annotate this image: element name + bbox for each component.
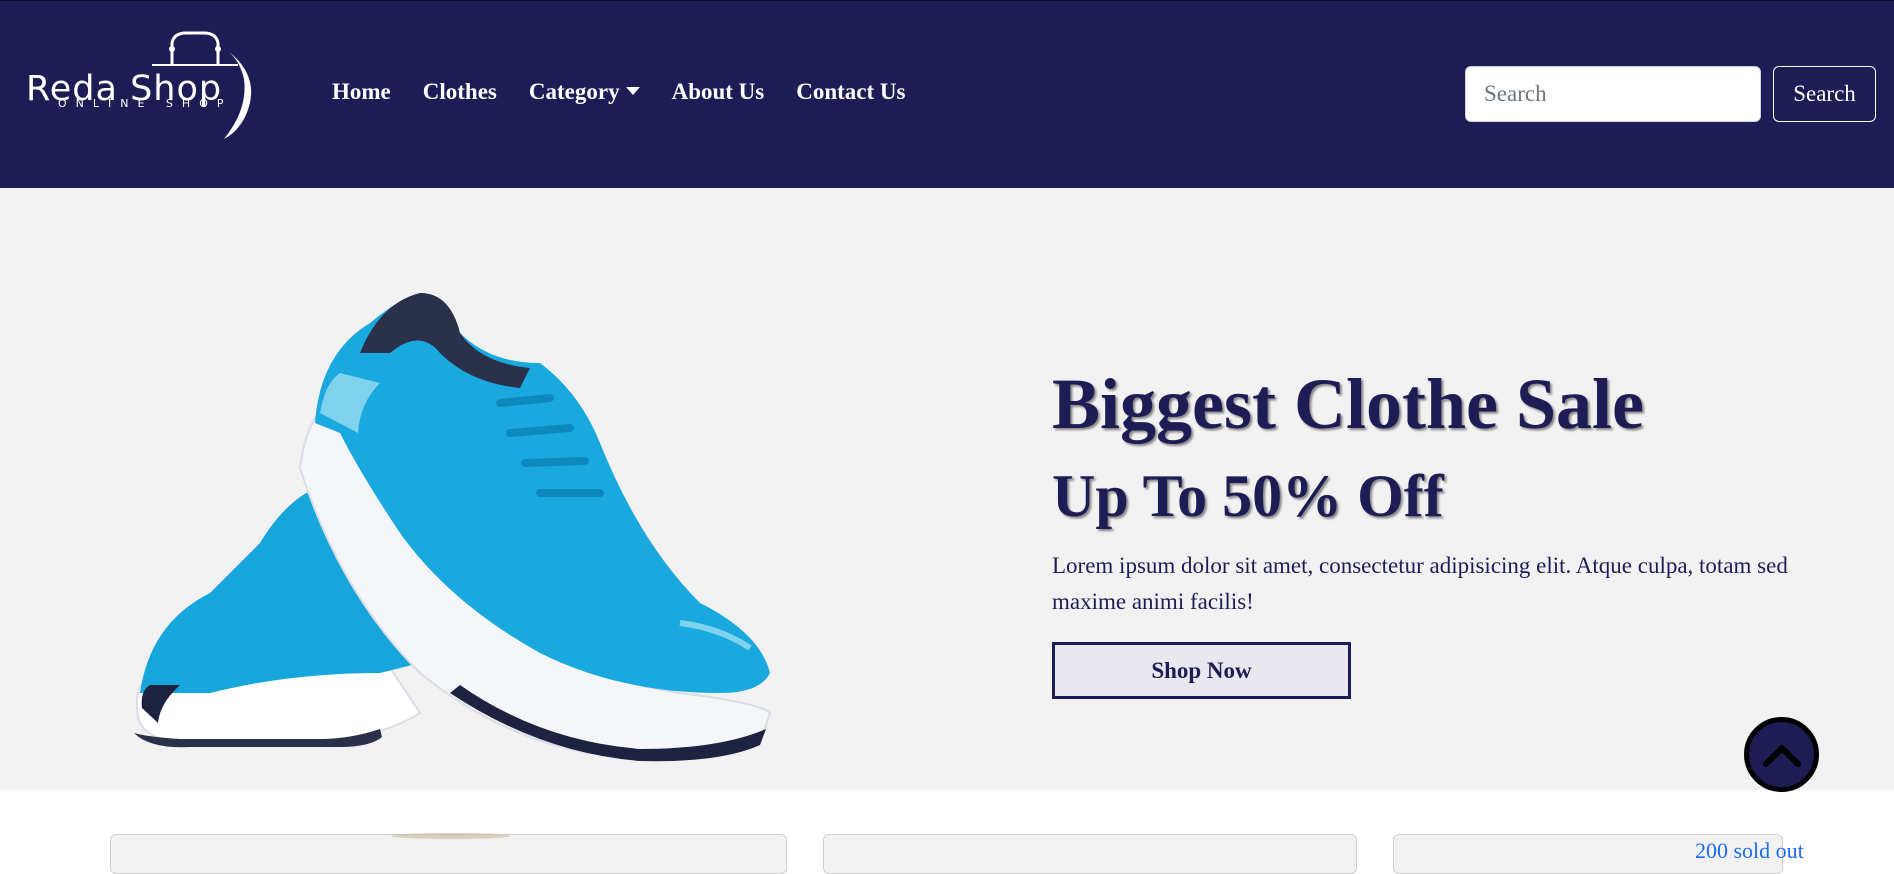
nav-link-home[interactable]: Home — [332, 79, 391, 105]
nav-link-clothes[interactable]: Clothes — [423, 79, 497, 105]
sold-out-link[interactable]: 200 sold out — [1695, 838, 1804, 864]
product-card[interactable] — [823, 834, 1357, 874]
brand-logo[interactable]: Reda Shop ONLINE SHOP — [24, 29, 284, 144]
search-button[interactable]: Search — [1773, 66, 1876, 122]
hero-description: Lorem ipsum dolor sit amet, consectetur … — [1052, 553, 1788, 614]
hero-shoes-image — [120, 293, 800, 768]
shoes-illustration — [134, 293, 772, 762]
search-input[interactable] — [1465, 66, 1761, 122]
nav-link-about[interactable]: About Us — [672, 79, 765, 105]
nav-dropdown-category-label: Category — [528, 79, 620, 104]
caret-down-icon — [625, 87, 640, 95]
hero-banner: Biggest Clothe Sale Up To 50% Off Lorem … — [0, 188, 1894, 790]
nav-dropdown-category[interactable]: Category — [529, 79, 640, 105]
product-image — [391, 833, 511, 839]
nav-link-contact[interactable]: Contact Us — [796, 79, 905, 105]
scroll-to-top-button[interactable] — [1744, 717, 1819, 792]
logo-subtitle: ONLINE SHOP — [58, 97, 233, 110]
top-navbar: Reda Shop ONLINE SHOP Home Clothes Categ… — [0, 0, 1894, 188]
hero-title: Biggest Clothe Sale — [1052, 364, 1644, 444]
hero-subtitle: Up To 50% Off — [1052, 463, 1444, 529]
product-card[interactable] — [110, 833, 787, 874]
shop-now-button[interactable]: Shop Now — [1052, 642, 1351, 699]
chevron-up-icon — [1762, 744, 1801, 767]
nav-menu: Home Clothes Category About Us Contact U… — [332, 79, 938, 105]
